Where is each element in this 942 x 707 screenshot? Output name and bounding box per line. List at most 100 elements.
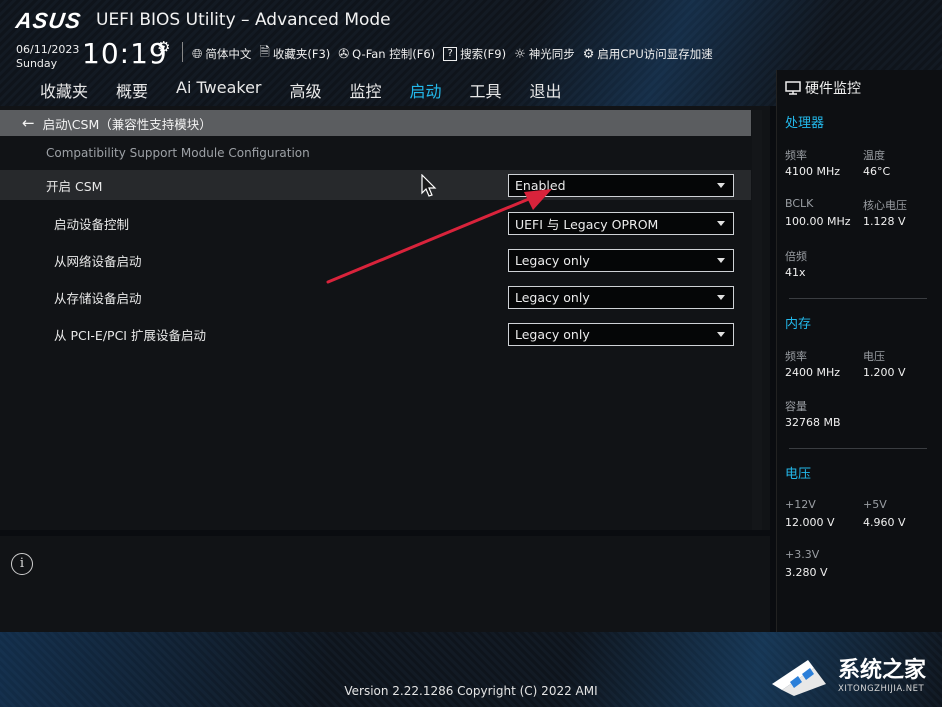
scrollbar[interactable] bbox=[752, 110, 762, 530]
section-divider bbox=[789, 298, 927, 299]
cpu-temp-label: 温度 bbox=[863, 149, 885, 162]
main-panel: ← 启动\CSM（兼容性支持模块） Compatibility Support … bbox=[0, 106, 770, 530]
v33-value: 3.280 V bbox=[785, 566, 828, 579]
v5-value: 4.960 V bbox=[863, 516, 906, 529]
watermark-name: 系统之家 bbox=[838, 658, 927, 683]
breadcrumb-text: 启动\CSM（兼容性支持模块） bbox=[42, 116, 212, 132]
header-divider bbox=[182, 42, 183, 62]
chevron-down-icon bbox=[717, 258, 725, 263]
select-value: Legacy only bbox=[515, 253, 590, 268]
section-divider bbox=[789, 448, 927, 449]
resizable-bar-label: 启用CPU访问显存加速 bbox=[597, 47, 713, 61]
setting-label: 从 PCI-E/PCI 扩展设备启动 bbox=[54, 327, 206, 343]
monitor-icon bbox=[785, 81, 801, 95]
aura-sync-button[interactable]: ☼ 神光同步 bbox=[514, 43, 575, 65]
tab-tool[interactable]: 工具 bbox=[470, 78, 502, 109]
voltage-heading: 电压 bbox=[785, 467, 812, 482]
mem-volt-label: 电压 bbox=[863, 350, 885, 363]
network-boot-select[interactable]: Legacy only bbox=[508, 249, 734, 272]
select-value: Enabled bbox=[515, 178, 566, 193]
date-text: 06/11/2023 bbox=[16, 43, 80, 56]
select-value: Legacy only bbox=[515, 327, 590, 342]
date-display: 06/11/2023 Sunday bbox=[16, 43, 79, 71]
tab-boot[interactable]: 启动 bbox=[409, 78, 442, 109]
csm-select[interactable]: Enabled bbox=[508, 174, 734, 197]
qfan-button[interactable]: ✇ Q-Fan 控制(F6) bbox=[338, 43, 435, 65]
storage-boot-select[interactable]: Legacy only bbox=[508, 286, 734, 309]
clock: 10:19 bbox=[82, 37, 168, 70]
tab-main[interactable]: 概要 bbox=[116, 78, 148, 109]
setting-label: 开启 CSM bbox=[46, 178, 103, 194]
mouse-cursor-icon bbox=[421, 174, 437, 197]
boot-device-control-select[interactable]: UEFI 与 Legacy OPROM bbox=[508, 212, 734, 235]
mem-freq-label: 频率 bbox=[785, 350, 807, 363]
setting-label: 从网络设备启动 bbox=[54, 253, 142, 269]
cpu-heading: 处理器 bbox=[785, 116, 825, 131]
favorites-icon: 🗎︎ bbox=[259, 45, 270, 60]
setting-row-storage-boot[interactable]: 从存储设备启动 Legacy only bbox=[0, 282, 751, 312]
chevron-down-icon bbox=[717, 183, 725, 188]
breadcrumb[interactable]: ← 启动\CSM（兼容性支持模块） bbox=[0, 110, 751, 136]
setting-label: 启动设备控制 bbox=[54, 216, 130, 232]
mem-capacity-value: 32768 MB bbox=[785, 416, 841, 429]
light-icon: ☼ bbox=[514, 46, 526, 62]
watermark-logo-icon bbox=[772, 660, 826, 696]
cpu-freq-label: 频率 bbox=[785, 149, 807, 162]
clock-settings-icon[interactable]: ⚙ bbox=[157, 38, 170, 56]
tab-monitor[interactable]: 监控 bbox=[350, 78, 382, 109]
qfan-label: Q-Fan 控制(F6) bbox=[352, 47, 436, 61]
tab-favorites[interactable]: 收藏夹 bbox=[40, 78, 88, 109]
ratio-value: 41x bbox=[785, 266, 806, 279]
app-title: UEFI BIOS Utility – Advanced Mode bbox=[96, 10, 391, 30]
help-icon: ? bbox=[443, 47, 458, 61]
language-button[interactable]: 🌐︎ 简体中文 bbox=[192, 43, 251, 65]
vcore-label: 核心电压 bbox=[863, 199, 907, 212]
v12-label: +12V bbox=[785, 498, 816, 511]
ratio-label: 倍频 bbox=[785, 250, 807, 263]
mem-freq-value: 2400 MHz bbox=[785, 366, 841, 379]
setting-row-pcie-boot[interactable]: 从 PCI-E/PCI 扩展设备启动 Legacy only bbox=[0, 319, 751, 349]
bclk-label: BCLK bbox=[785, 197, 814, 210]
select-value: UEFI 与 Legacy OPROM bbox=[515, 217, 659, 232]
tab-advanced[interactable]: 高级 bbox=[289, 78, 321, 109]
hardware-monitor-title-text: 硬件监控 bbox=[805, 81, 861, 97]
weekday-text: Sunday bbox=[16, 57, 58, 70]
v12-value: 12.000 V bbox=[785, 516, 835, 529]
chevron-down-icon bbox=[717, 332, 725, 337]
search-label: 搜索(F9) bbox=[460, 47, 507, 61]
tab-ai-tweaker[interactable]: Ai Tweaker bbox=[176, 78, 261, 109]
header-toolbar: 🌐︎ 简体中文 🗎︎ 收藏夹(F3) ✇ Q-Fan 控制(F6) ? 搜索(F… bbox=[192, 43, 713, 65]
section-title: Compatibility Support Module Configurati… bbox=[46, 146, 310, 160]
setting-row-network-boot[interactable]: 从网络设备启动 Legacy only bbox=[0, 245, 751, 275]
search-button[interactable]: ? 搜索(F9) bbox=[443, 43, 506, 65]
mem-capacity-label: 容量 bbox=[785, 400, 807, 413]
watermark: 系统之家 XITONGZHIJIA.NET bbox=[768, 654, 926, 698]
watermark-url: XITONGZHIJIA.NET bbox=[838, 684, 925, 694]
mem-volt-value: 1.200 V bbox=[863, 366, 906, 379]
pcie-boot-select[interactable]: Legacy only bbox=[508, 323, 734, 346]
hardware-monitor-panel: 硬件监控 处理器 频率 温度 4100 MHz 46°C BCLK 核心电压 1… bbox=[776, 70, 942, 632]
watermark-text: 系统之家 XITONGZHIJIA.NET bbox=[838, 658, 926, 694]
cpu-temp-value: 46°C bbox=[863, 165, 891, 178]
resizable-bar-button[interactable]: ⚙ 启用CPU访问显存加速 bbox=[583, 43, 713, 65]
hardware-monitor-title: 硬件监控 bbox=[785, 78, 861, 98]
back-arrow-icon[interactable]: ← bbox=[22, 114, 35, 132]
tab-exit[interactable]: 退出 bbox=[530, 78, 562, 109]
cpu-freq-value: 4100 MHz bbox=[785, 165, 841, 178]
vcore-value: 1.128 V bbox=[863, 215, 906, 228]
info-icon: i bbox=[11, 553, 33, 575]
bclk-value: 100.00 MHz bbox=[785, 215, 851, 228]
setting-row-csm[interactable]: 开启 CSM Enabled bbox=[0, 170, 751, 200]
language-label: 简体中文 bbox=[205, 47, 252, 61]
asus-logo: ASUS bbox=[14, 8, 83, 33]
v33-label: +3.3V bbox=[785, 548, 820, 561]
globe-icon: 🌐︎ bbox=[192, 46, 203, 62]
select-value: Legacy only bbox=[515, 290, 590, 305]
fan-icon: ✇ bbox=[338, 46, 350, 62]
favorites-label: 收藏夹(F3) bbox=[272, 47, 331, 61]
favorites-button[interactable]: 🗎︎ 收藏夹(F3) bbox=[259, 43, 330, 65]
setting-row-boot-device-control[interactable]: 启动设备控制 UEFI 与 Legacy OPROM bbox=[0, 208, 751, 238]
chevron-down-icon bbox=[717, 295, 725, 300]
chevron-down-icon bbox=[717, 221, 725, 226]
main-tabs: 收藏夹 概要 Ai Tweaker 高级 监控 启动 工具 退出 bbox=[40, 78, 590, 109]
